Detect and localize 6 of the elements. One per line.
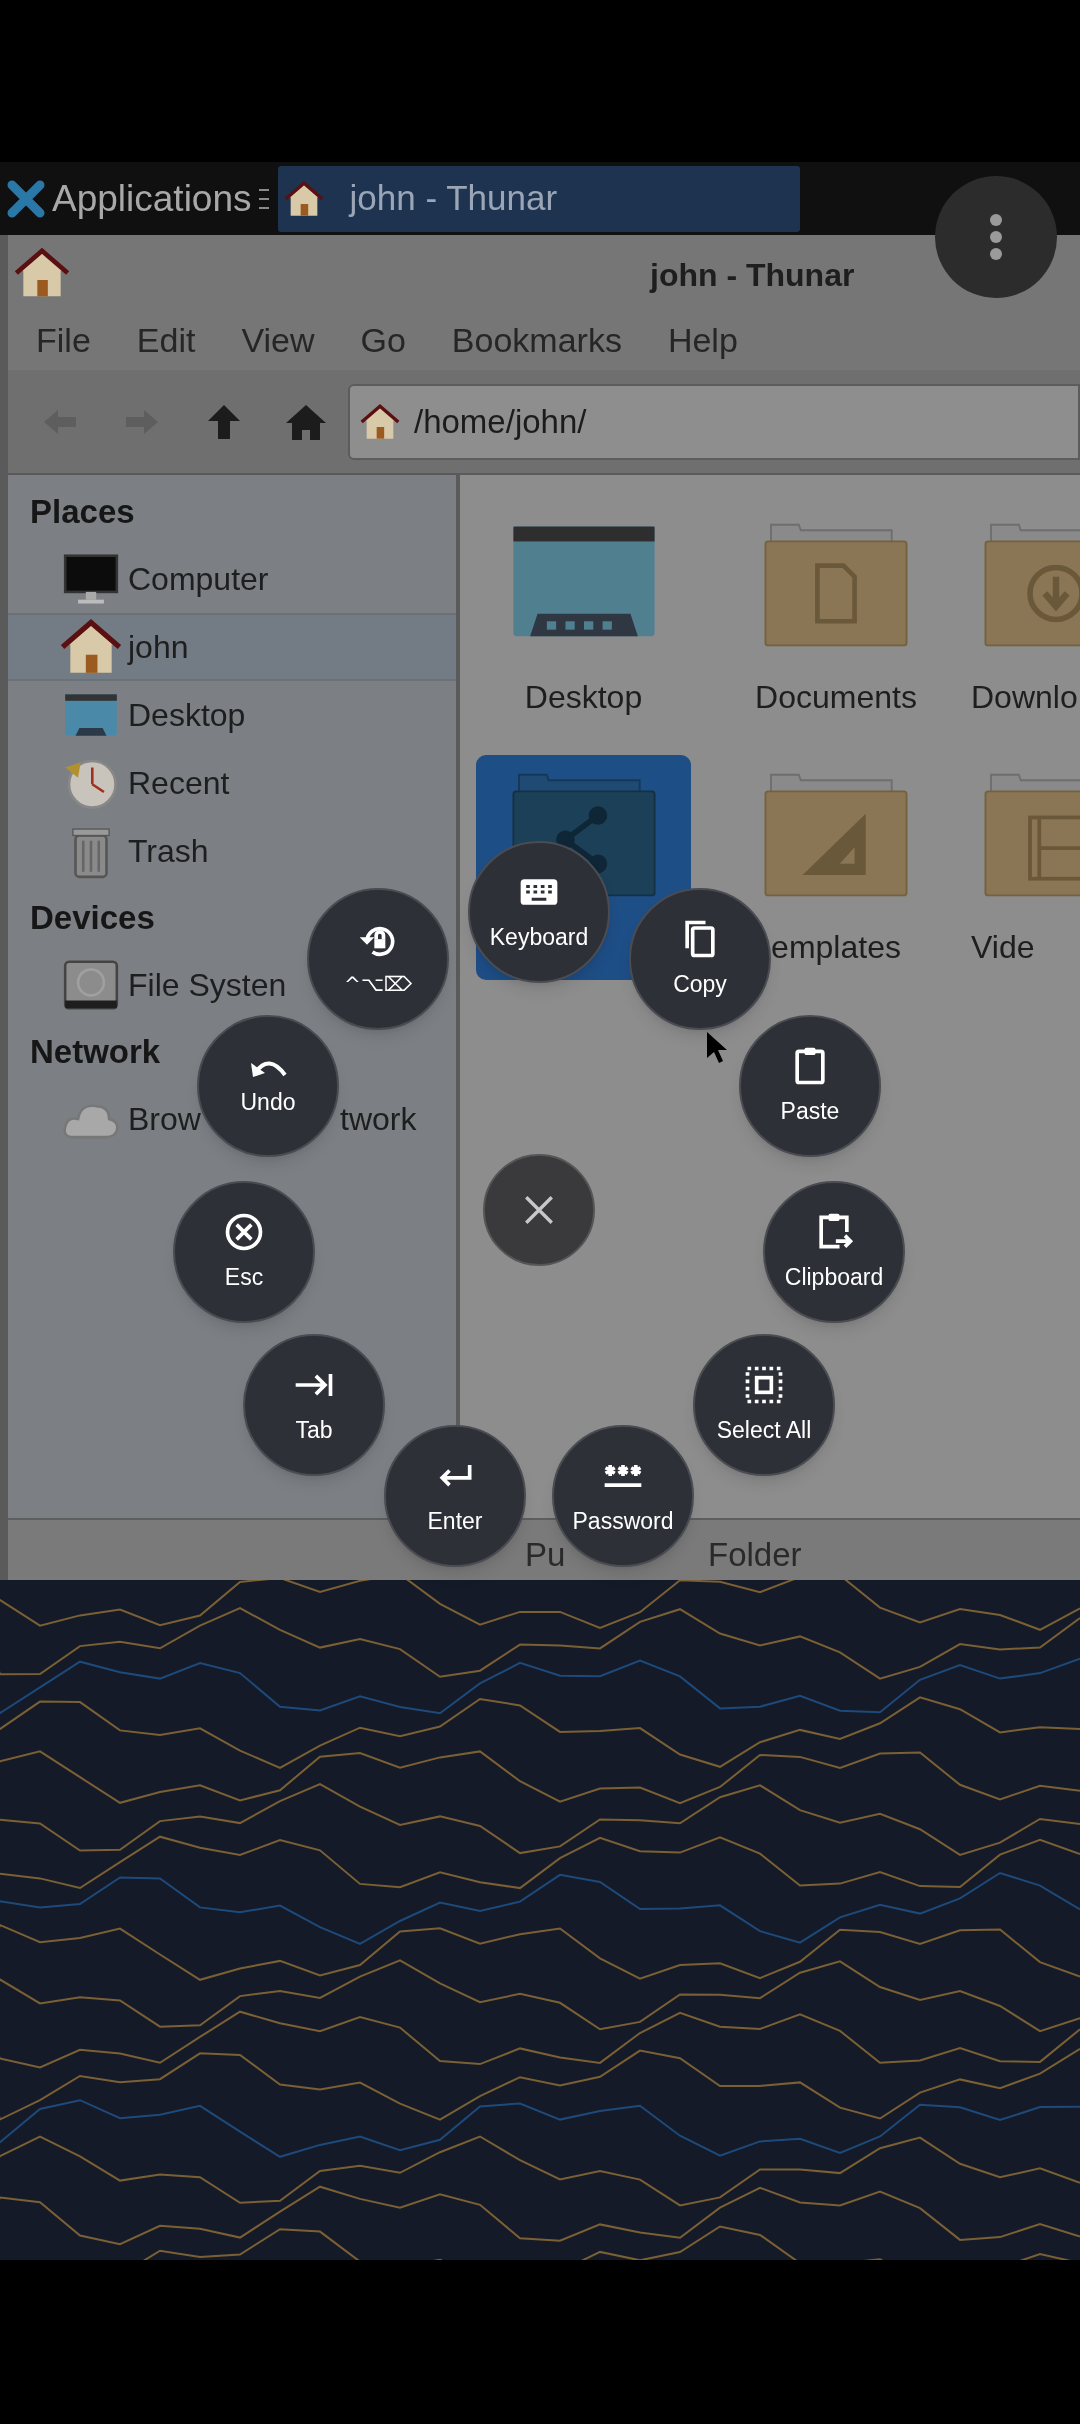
section-heading: Network xyxy=(30,1032,161,1073)
window-title: john - Thunar xyxy=(650,256,855,295)
section-heading: Places xyxy=(30,492,135,533)
status-text: Folder xyxy=(708,1535,802,1575)
task-title: john - Thunar xyxy=(349,177,558,220)
section-heading: Devices xyxy=(30,898,155,939)
